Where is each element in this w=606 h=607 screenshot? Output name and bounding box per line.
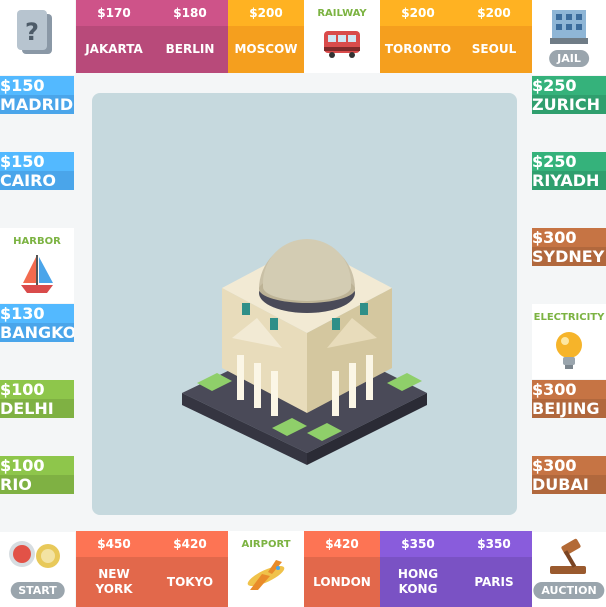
property-tile-left-4[interactable]: $100 DELHI: [0, 380, 74, 455]
special-tile-right-3[interactable]: ELECTRICITY: [532, 304, 606, 379]
game-board: ? JAIL START AUCTION $170 JAKARTA $180 B…: [0, 0, 606, 607]
property-tile-bottom-5[interactable]: $350 PARIS: [456, 531, 532, 607]
property-tile-bottom-3[interactable]: $420 LONDON: [304, 531, 380, 607]
bank-building-icon: [182, 239, 427, 465]
tile-city-name: SYDNEY: [532, 247, 606, 266]
lightbulb-icon: [532, 327, 606, 373]
tile-city-name: NEW YORK: [76, 557, 152, 607]
tile-city-name: MADRID: [0, 95, 74, 114]
train-icon: [304, 23, 380, 63]
question-icon: ?: [17, 10, 52, 54]
special-tile-label: AIRPORT: [241, 539, 291, 550]
property-tile-top-4[interactable]: $200 TORONTO: [380, 0, 456, 73]
property-tile-bottom-1[interactable]: $420 TOKYO: [152, 531, 228, 607]
start-label: START: [10, 582, 65, 599]
svg-text:?: ?: [25, 18, 39, 46]
airplane-icon: [228, 554, 304, 598]
tile-price: $200: [228, 0, 304, 26]
property-tile-top-0[interactable]: $170 JAKARTA: [76, 0, 152, 73]
tile-price: $180: [152, 0, 228, 26]
special-tile-label: ELECTRICITY: [533, 312, 605, 323]
property-tile-bottom-0[interactable]: $450 NEW YORK: [76, 531, 152, 607]
tile-city-name: TOKYO: [152, 557, 228, 607]
tile-price: $150: [0, 76, 74, 95]
tile-city-name: RIYADH: [532, 171, 606, 190]
tile-city-name: HONG KONG: [380, 557, 456, 607]
gavel-icon: [550, 538, 586, 574]
property-tile-right-2[interactable]: $300 SYDNEY: [532, 228, 606, 303]
tile-city-name: RIO: [0, 475, 74, 494]
tile-city-name: BANGKOK: [0, 323, 74, 342]
tile-city-name: SEOUL: [456, 26, 532, 73]
special-tile-label: RAILWAY: [317, 8, 367, 19]
tile-price: $250: [532, 152, 606, 171]
tile-price: $200: [456, 0, 532, 26]
property-tile-left-3[interactable]: $130BANGKOK: [0, 304, 74, 379]
tile-price: $350: [380, 531, 456, 557]
tile-city-name: BEIJING: [532, 399, 606, 418]
tile-city-name: DUBAI: [532, 475, 606, 494]
tile-price: $150: [0, 152, 74, 171]
chance-corner[interactable]: ?: [0, 0, 75, 75]
tile-price: $300: [532, 456, 606, 475]
tile-price: $420: [304, 531, 380, 557]
property-tile-right-1[interactable]: $250 RIYADH: [532, 152, 606, 227]
start-corner[interactable]: START: [0, 532, 75, 607]
tile-city-name: DELHI: [0, 399, 74, 418]
jail-label: JAIL: [549, 50, 589, 67]
auction-label: AUCTION: [533, 582, 605, 599]
property-tile-bottom-4[interactable]: $350 HONG KONG: [380, 531, 456, 607]
special-tile-top-3[interactable]: RAILWAY: [304, 0, 380, 73]
property-tile-top-1[interactable]: $180 BERLIN: [152, 0, 228, 73]
tile-city-name: JAKARTA: [76, 26, 152, 73]
special-tile-label: HARBOR: [13, 236, 61, 247]
jail-corner[interactable]: JAIL: [532, 0, 606, 75]
sailboat-icon: [0, 251, 74, 297]
tile-city-name: CAIRO: [0, 171, 74, 190]
jail-building-icon: [550, 10, 588, 44]
special-tile-left-2[interactable]: HARBOR: [0, 228, 74, 303]
tile-price: $100: [0, 380, 74, 399]
property-tile-left-5[interactable]: $100 RIO: [0, 456, 74, 531]
tile-price: $420: [152, 531, 228, 557]
tile-price: $300: [532, 228, 606, 247]
property-tile-right-0[interactable]: $250 ZURICH: [532, 76, 606, 151]
property-tile-right-4[interactable]: $300 BEIJING: [532, 380, 606, 455]
tile-price: $130: [0, 304, 74, 323]
tile-city-name: LONDON: [304, 557, 380, 607]
tile-price: $100: [0, 456, 74, 475]
property-tile-right-5[interactable]: $300 DUBAI: [532, 456, 606, 531]
property-tile-left-1[interactable]: $150 CAIRO: [0, 152, 74, 227]
dice-token-icon: [9, 541, 60, 568]
auction-corner[interactable]: AUCTION: [532, 532, 606, 607]
tile-city-name: PARIS: [456, 557, 532, 607]
tile-city-name: ZURICH: [532, 95, 606, 114]
special-tile-bottom-2[interactable]: AIRPORT: [228, 531, 304, 607]
tile-price: $200: [380, 0, 456, 26]
tile-city-name: BERLIN: [152, 26, 228, 73]
board-center: [92, 93, 517, 515]
tile-price: $170: [76, 0, 152, 26]
tile-price: $250: [532, 76, 606, 95]
tile-price: $300: [532, 380, 606, 399]
property-tile-top-5[interactable]: $200 SEOUL: [456, 0, 532, 73]
tile-city-name: TORONTO: [380, 26, 456, 73]
property-tile-left-0[interactable]: $150 MADRID: [0, 76, 74, 151]
tile-price: $450: [76, 531, 152, 557]
tile-price: $350: [456, 531, 532, 557]
tile-city-name: MOSCOW: [228, 26, 304, 73]
property-tile-top-2[interactable]: $200 MOSCOW: [228, 0, 304, 73]
